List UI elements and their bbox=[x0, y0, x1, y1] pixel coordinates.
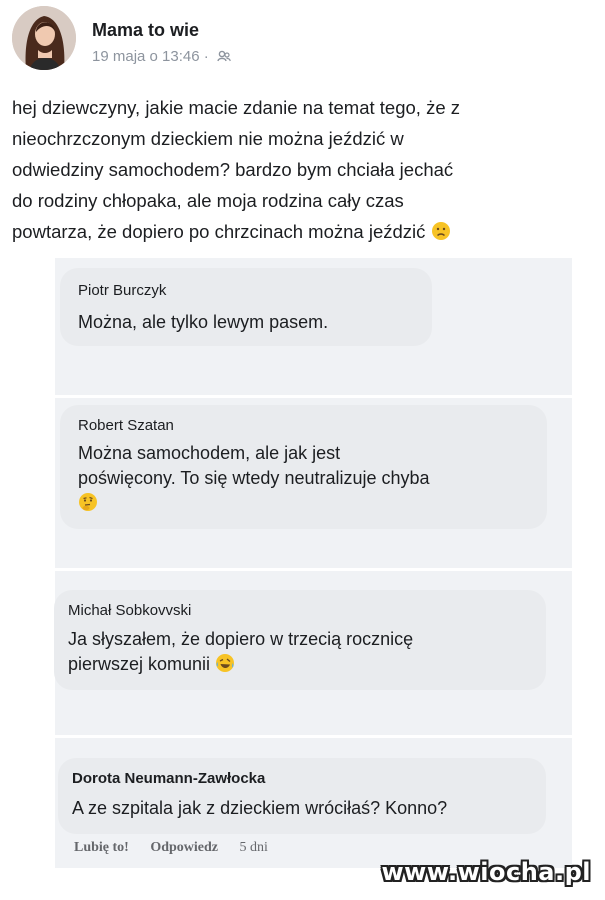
divider bbox=[47, 568, 572, 571]
post-text-line: odwiedziny samochodem? bardzo bym chciał… bbox=[12, 159, 454, 180]
avatar[interactable] bbox=[12, 6, 76, 70]
thinking-face-emoji bbox=[78, 491, 430, 516]
rolling-laughing-emoji bbox=[215, 653, 235, 680]
meta-separator: · bbox=[203, 48, 209, 65]
comment-text: Można samochodem, ale jak jest poświęcon… bbox=[78, 441, 430, 516]
post-timestamp[interactable]: 19 maja o 13:46 bbox=[92, 48, 200, 65]
comment-text: A ze szpitala jak z dzieckiem wróciłaś? … bbox=[72, 798, 448, 818]
comment-text-line: Można samochodem, ale jak jest bbox=[78, 443, 341, 463]
comment-author[interactable]: Piotr Burczyk bbox=[78, 282, 166, 299]
author-name[interactable]: Mama to wie bbox=[92, 20, 199, 41]
comment-text: Ja słyszałem, że dopiero w trzecią roczn… bbox=[68, 627, 413, 680]
like-button[interactable]: Lubię to! bbox=[74, 840, 129, 855]
comment-bubble: Dorota Neumann-Zawłocka A ze szpitala ja… bbox=[58, 758, 546, 834]
comment-actions: Lubię to! Odpowiedz 5 dni bbox=[74, 840, 268, 856]
post-text-line: hej dziewczyny, jakie macie zdanie na te… bbox=[12, 97, 460, 118]
post-text-line: powtarza, że dopiero po chrzcinach można… bbox=[12, 221, 426, 242]
friends-globe-icon[interactable] bbox=[217, 49, 231, 67]
comment-text-line: Ja słyszałem, że dopiero w trzecią roczn… bbox=[68, 629, 414, 649]
post-text: hej dziewczyny, jakie macie zdanie na te… bbox=[12, 92, 592, 250]
comment-text-line: pierwszej komunii bbox=[68, 654, 211, 674]
profile-photo bbox=[12, 6, 76, 70]
comment-text-line: poświęcony. To się wtedy neutralizuje ch… bbox=[78, 468, 430, 488]
post-text-line: do rodziny chłopaka, ale moja rodzina ca… bbox=[12, 190, 404, 211]
divider bbox=[47, 258, 55, 868]
comment-time[interactable]: 5 dni bbox=[240, 840, 268, 855]
post-text-line-last: powtarza, że dopiero po chrzcinach można… bbox=[12, 216, 592, 250]
post-meta: 19 maja o 13:46 · bbox=[92, 48, 231, 67]
comment-author[interactable]: Robert Szatan bbox=[78, 417, 174, 434]
divider bbox=[47, 735, 572, 738]
comment-author[interactable]: Dorota Neumann-Zawłocka bbox=[72, 770, 265, 787]
comment-author[interactable]: Michał Sobkovvski bbox=[68, 602, 191, 619]
comment-text-line-last: pierwszej komunii bbox=[68, 652, 413, 680]
watermark: www.wiocha.pl bbox=[381, 858, 591, 886]
post-text-line: nieochrzczonym dzieckiem nie można jeźdz… bbox=[12, 128, 404, 149]
comment-bubble: Robert Szatan Można samochodem, ale jak … bbox=[60, 405, 547, 529]
worried-face-emoji bbox=[431, 219, 451, 250]
divider bbox=[47, 395, 572, 398]
comment-text: Można, ale tylko lewym pasem. bbox=[78, 312, 329, 332]
comment-bubble: Piotr Burczyk Można, ale tylko lewym pas… bbox=[60, 268, 432, 346]
comment-bubble: Michał Sobkovvski Ja słyszałem, że dopie… bbox=[54, 590, 546, 690]
post-header: Mama to wie 19 maja o 13:46 · bbox=[12, 6, 592, 76]
reply-button[interactable]: Odpowiedz bbox=[150, 840, 218, 855]
